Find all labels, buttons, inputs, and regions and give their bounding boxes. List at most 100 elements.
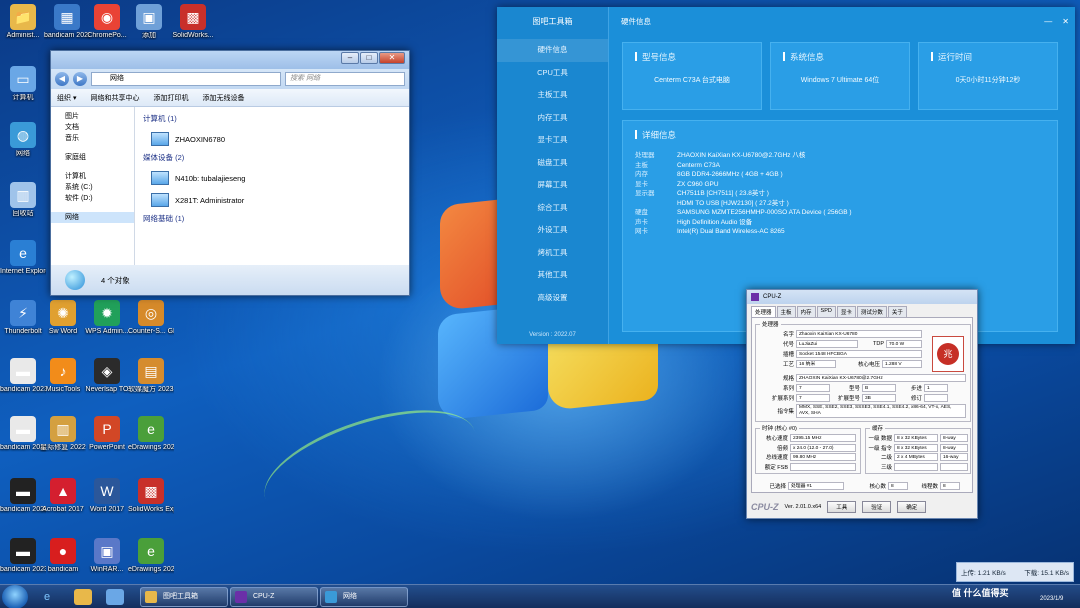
nav-item-music[interactable]: 音乐 bbox=[51, 133, 134, 144]
close-button[interactable]: ✕ bbox=[379, 52, 405, 64]
desktop-icon[interactable]: ◍ 网络 bbox=[0, 122, 46, 158]
desktop-icon[interactable]: e Internet Explorer bbox=[0, 240, 46, 276]
toolbox-menu-item[interactable]: 内存工具 bbox=[497, 107, 608, 130]
desktop-icon[interactable]: ◈ Neverlsap TO bbox=[84, 358, 130, 394]
tools-button[interactable]: 工具 bbox=[827, 501, 857, 513]
cache-group-label: 缓存 bbox=[870, 424, 886, 432]
desktop-icon[interactable]: ▣ 添加 bbox=[126, 4, 172, 40]
toolbox-menu-item[interactable]: 其他工具 bbox=[497, 264, 608, 287]
nav-item-network[interactable]: 网络 bbox=[51, 212, 134, 223]
tab-memory[interactable]: 内存 bbox=[796, 306, 816, 317]
toolbox-menu-item[interactable]: 高级设置 bbox=[497, 287, 608, 310]
detail-row: 显卡 ZX C960 GPU bbox=[635, 180, 1045, 190]
desktop-icon[interactable]: ✹ WPS Admin... bbox=[84, 300, 130, 336]
desktop-icon[interactable]: ✺ Sw Word bbox=[40, 300, 86, 336]
clock-date: 2023/1/9 bbox=[1040, 596, 1064, 602]
media-device-item[interactable]: X281T: Administrator bbox=[143, 189, 401, 211]
minimize-icon[interactable]: — bbox=[1044, 7, 1052, 37]
desktop-icon[interactable]: e eDrawings 2023 bbox=[128, 538, 174, 574]
cpuz-titlebar[interactable]: CPU-Z bbox=[747, 290, 977, 304]
nav-item-computer[interactable]: 计算机 bbox=[51, 171, 134, 182]
media-device-item[interactable]: N410b: tubalajieseng bbox=[143, 167, 401, 189]
processor-select[interactable]: 处理器 #1 bbox=[788, 482, 844, 490]
tab-graphics[interactable]: 显卡 bbox=[836, 306, 856, 317]
desktop-icon[interactable]: ▥ 回收站 bbox=[0, 182, 46, 218]
spec-value: ZHAOXIN KaiXian KX-U6780@2.7GHz bbox=[796, 374, 966, 382]
desktop-icon[interactable]: ▥ 星际修复 2022 bbox=[40, 416, 86, 452]
desktop-icon[interactable]: ▩ SolidWorks... bbox=[170, 4, 216, 40]
toolbox-menu-item[interactable]: 显卡工具 bbox=[497, 129, 608, 152]
group-computer[interactable]: 计算机 (1) bbox=[143, 113, 401, 124]
minimize-button[interactable]: – bbox=[341, 52, 359, 64]
toolbox-menu-item[interactable]: 外设工具 bbox=[497, 219, 608, 242]
task-network[interactable]: 网络 bbox=[320, 587, 408, 607]
tab-cpu[interactable]: 处理器 bbox=[751, 306, 776, 317]
maximize-button[interactable]: □ bbox=[360, 52, 378, 64]
desktop-icon[interactable]: ♪ MusicTools bbox=[40, 358, 86, 394]
desktop-icon-label: 回收站 bbox=[12, 210, 34, 217]
ok-button[interactable]: 确定 bbox=[897, 501, 927, 513]
group-infrastructure[interactable]: 网络基础 (1) bbox=[143, 213, 401, 224]
nav-item-drive-c[interactable]: 系统 (C:) bbox=[51, 182, 134, 193]
group-media[interactable]: 媒体设备 (2) bbox=[143, 152, 401, 163]
back-icon[interactable]: ◀ bbox=[55, 72, 69, 86]
desktop-icon[interactable]: ▣ WinRAR... bbox=[84, 538, 130, 574]
watermark: 值 什么值得买 bbox=[952, 588, 1009, 598]
cache-value: 8 x 32 KBytes bbox=[894, 443, 938, 452]
code-key: 代号 bbox=[782, 342, 794, 348]
desktop-icon[interactable]: e eDrawings 2023 x64... bbox=[128, 416, 174, 452]
nav-item-documents[interactable]: 文档 bbox=[51, 122, 134, 133]
desktop-icon[interactable]: ▲ Acrobat 2017 bbox=[40, 478, 86, 514]
toolbox-menu-item[interactable]: 屏幕工具 bbox=[497, 174, 608, 197]
cpuz-window[interactable]: CPU-Z 处理器 主板 内存 SPD 显卡 测试分数 关于 处理器 兆 名字 Z… bbox=[746, 289, 978, 519]
explorer-titlebar[interactable]: – □ ✕ bbox=[51, 51, 409, 69]
ie-icon[interactable]: e bbox=[38, 589, 56, 605]
close-icon[interactable]: ✕ bbox=[1062, 7, 1069, 37]
revision-key: 修订 bbox=[910, 396, 922, 402]
processor-group-label: 处理器 bbox=[760, 320, 781, 328]
desktop-icon-label: 网络 bbox=[16, 150, 30, 157]
desktop-icon-image: ▩ bbox=[180, 4, 206, 30]
desktop-icon[interactable]: ● bandicam bbox=[40, 538, 86, 574]
add-printer-button[interactable]: 添加打印机 bbox=[153, 93, 188, 103]
code-value: LuJiaZui bbox=[796, 340, 858, 348]
desktop-icon[interactable]: 📁 Administ... bbox=[0, 4, 46, 40]
desktop-icon[interactable]: ▩ SolidWorks Explorer... bbox=[128, 478, 174, 514]
network-center-button[interactable]: 网络和共享中心 bbox=[90, 93, 139, 103]
add-wireless-button[interactable]: 添加无线设备 bbox=[202, 93, 244, 103]
toolbox-menu-item[interactable]: 综合工具 bbox=[497, 197, 608, 220]
tab-spd[interactable]: SPD bbox=[816, 306, 836, 317]
desktop-icon[interactable]: W Word 2017 bbox=[84, 478, 130, 514]
toolbox-menu-item[interactable]: CPU工具 bbox=[497, 62, 608, 85]
tab-about[interactable]: 关于 bbox=[887, 306, 907, 317]
card-value: Centerm C73A 台式电脑 bbox=[654, 77, 730, 84]
search-input[interactable]: 搜索 网络 bbox=[285, 72, 405, 86]
explorer-window[interactable]: – □ ✕ ◀ ▶ 网络 搜索 网络 组织 ▾ 网络和共享中心 添加打印机 添加… bbox=[50, 50, 410, 296]
validate-button[interactable]: 验证 bbox=[862, 501, 892, 513]
desktop-icon[interactable]: ▭ 计算机 bbox=[0, 66, 46, 102]
toolbox-menu-item[interactable]: 烤机工具 bbox=[497, 242, 608, 265]
desktop-icon-image: ◉ bbox=[94, 4, 120, 30]
task-cpuz[interactable]: CPU-Z bbox=[230, 587, 318, 607]
desktop-icon[interactable]: P PowerPoint bbox=[84, 416, 130, 452]
nav-item-drive-d[interactable]: 软件 (D:) bbox=[51, 193, 134, 204]
nav-item-pictures[interactable]: 图片 bbox=[51, 111, 134, 122]
desktop-icon[interactable]: ▤ 软媒魔方 2023... bbox=[128, 358, 174, 394]
network-computer-item[interactable]: ZHAOXIN6780 bbox=[143, 128, 401, 150]
desktop-icon[interactable]: ◉ ChromePo... bbox=[84, 4, 130, 40]
toolbox-menu-item[interactable]: 硬件信息 bbox=[497, 39, 608, 62]
computer-icon[interactable] bbox=[106, 589, 124, 605]
forward-icon[interactable]: ▶ bbox=[73, 72, 87, 86]
nav-item-homegroup[interactable]: 家庭组 bbox=[51, 152, 134, 163]
toolbox-menu-item[interactable]: 主板工具 bbox=[497, 84, 608, 107]
organize-menu[interactable]: 组织 ▾ bbox=[57, 93, 76, 103]
address-field[interactable]: 网络 bbox=[91, 72, 281, 86]
tab-bench[interactable]: 测试分数 bbox=[856, 306, 887, 317]
toolbox-menu-item[interactable]: 磁盘工具 bbox=[497, 152, 608, 175]
desktop-icon[interactable]: ◎ Counter-S... Global Off... bbox=[128, 300, 174, 336]
tab-mainboard[interactable]: 主板 bbox=[776, 306, 796, 317]
task-toolbox[interactable]: 图吧工具箱 bbox=[140, 587, 228, 607]
explorer-icon[interactable] bbox=[74, 589, 92, 605]
uptime-card: 运行时间 0天0小时11分钟12秒 bbox=[918, 42, 1058, 110]
start-button[interactable] bbox=[2, 585, 28, 608]
